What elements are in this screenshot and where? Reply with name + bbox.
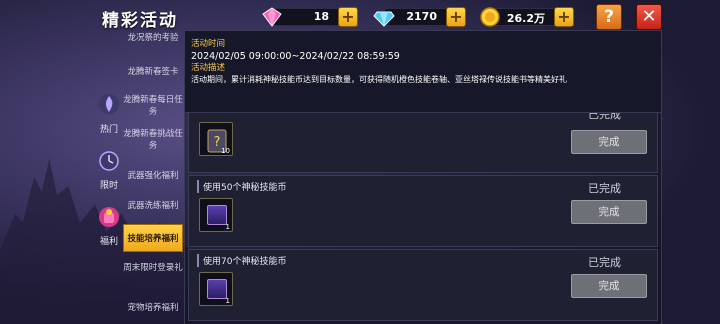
subtab-list: 龙况祭的考验 龙腾新春签卡 龙腾新春每日任务 龙腾新春挑战任务 武器强化福利 武… (123, 30, 183, 324)
category-label: 福利 (99, 237, 118, 247)
category-label: 限时 (99, 181, 118, 191)
reward-quantity: 1 (225, 297, 230, 305)
activity-description: 活动时间 2024/02/05 09:00:00~2024/02/22 08:5… (185, 31, 661, 113)
time-value: 2024/02/05 09:00:00~2024/02/22 08:59:59 (191, 51, 400, 62)
task-row: 使用50个神秘技能币 已完成 1 完成 (188, 175, 658, 247)
subtab-item[interactable]: 武器洗练福利 (123, 200, 183, 212)
subtab-item[interactable]: 宠物培养福利 (123, 302, 183, 314)
subtab-item[interactable]: 龙腾新春签卡 (123, 66, 183, 78)
blue-gem-counter: 2170 + (373, 7, 466, 27)
task-name: 使用50个神秘技能币 (197, 180, 286, 193)
task-status: 已完成 (588, 256, 621, 269)
task-row: 使用70个神秘技能币 已完成 1 完成 (188, 249, 658, 321)
subtab-item-active[interactable]: 技能培养福利 (123, 224, 183, 252)
reward-slot[interactable]: ? 10 (199, 122, 233, 156)
subtab-item[interactable]: 武器强化福利 (123, 170, 183, 182)
task-name: 使用70个神秘技能币 (197, 254, 286, 267)
reward-slot[interactable]: 1 (199, 272, 233, 306)
claim-button[interactable]: 完成 (571, 130, 647, 154)
coin-counter: 26.2万 + (480, 7, 574, 27)
claim-button[interactable]: 完成 (571, 200, 647, 224)
hot-icon (99, 94, 119, 114)
pink-gem-value: 18 (313, 10, 329, 23)
close-button[interactable]: ✕ (636, 4, 662, 30)
subtab-item[interactable]: 龙况祭的考验 (123, 32, 183, 44)
reward-quantity: 1 (225, 223, 230, 231)
category-label: 热门 (99, 125, 118, 135)
add-coin-button[interactable]: + (554, 7, 574, 27)
gift-bag-icon (99, 207, 119, 227)
add-blue-gem-button[interactable]: + (446, 7, 466, 27)
subtab-item[interactable]: 龙腾新春挑战任务 (123, 128, 183, 152)
reward-quantity: 10 (221, 147, 230, 155)
task-status: 已完成 (588, 182, 621, 195)
help-button[interactable]: ? (596, 4, 622, 30)
claim-button[interactable]: 完成 (571, 274, 647, 298)
description-value: 活动期间，累计消耗神秘技能币达到目标数量，可获得随机橙色技能卷轴、亚丝塔禄传说技… (191, 75, 567, 84)
pink-gem-icon (262, 7, 282, 27)
subtab-item[interactable]: 龙腾新春每日任务 (123, 94, 183, 118)
add-pink-gem-button[interactable]: + (338, 7, 358, 27)
coin-value: 26.2万 (506, 12, 545, 25)
category-welfare[interactable]: 福利 (95, 204, 123, 247)
gold-coin-icon (480, 7, 500, 27)
category-hot[interactable]: 热门 (95, 92, 123, 135)
description-label: 活动描述 (191, 63, 226, 73)
svg-text:?: ? (214, 135, 221, 150)
pink-gem-counter: 18 + (262, 7, 358, 27)
reward-slot[interactable]: 1 (199, 198, 233, 232)
skill-book-icon (207, 279, 227, 299)
activity-panel: 活动时间 2024/02/05 09:00:00~2024/02/22 08:5… (184, 30, 662, 324)
subtab-item[interactable]: 周末限时登录礼 (123, 262, 183, 274)
blue-diamond-icon (373, 11, 395, 27)
skill-book-icon (207, 205, 227, 225)
time-label: 活动时间 (191, 39, 226, 49)
category-limited[interactable]: 限时 (95, 148, 123, 191)
timer-icon (99, 151, 119, 171)
blue-gem-value: 2170 (406, 10, 437, 23)
page-title: 精彩活动 (102, 11, 178, 31)
